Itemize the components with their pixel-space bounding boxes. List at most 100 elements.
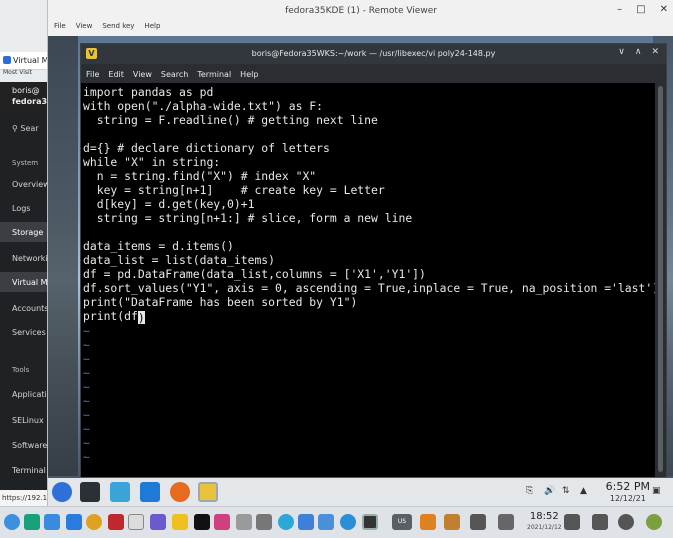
clipboard-icon[interactable]: ⎘ (526, 486, 533, 496)
files-icon[interactable] (66, 514, 82, 530)
display-icon[interactable] (592, 514, 608, 530)
code-line: print("DataFrame has been sorted by Y1") (83, 295, 358, 309)
close-icon[interactable]: ✕ (660, 4, 668, 15)
keyboard-layout-label: US (397, 518, 407, 525)
viewer-titlebar[interactable]: fedora35KDE (1) - Remote Viewer – □ ✕ (48, 0, 673, 22)
terminal-text-area[interactable]: import pandas as pd with open("./alpha-wi… (81, 83, 655, 477)
maximize-icon[interactable]: □ (636, 4, 645, 15)
minimize-icon[interactable]: – (617, 4, 622, 15)
power-icon[interactable] (618, 514, 634, 530)
search-icon: ⚲ (12, 124, 18, 133)
term-menu-terminal[interactable]: Terminal (197, 70, 231, 79)
terminal-menubar: File Edit View Search Terminal Help (81, 64, 666, 83)
browser-tab-icon (3, 56, 11, 64)
cockpit-nav-item[interactable]: Terminal (0, 460, 48, 480)
remote-viewer-task-icon[interactable] (362, 514, 378, 530)
term-menu-view[interactable]: View (133, 70, 152, 79)
viewer-menu-view[interactable]: View (76, 22, 93, 30)
pen-icon[interactable] (470, 514, 486, 530)
code-line: key = string[n+1] # create key = Letter (83, 183, 385, 197)
scrollbar-thumb[interactable] (658, 86, 663, 472)
volume-icon[interactable]: 🔊 (544, 486, 555, 496)
jetbrains-icon[interactable] (194, 514, 210, 530)
cockpit-nav-item[interactable]: Networki (0, 248, 48, 268)
system-monitor-icon[interactable] (80, 482, 100, 502)
cockpit-host-name: fedora34 (12, 97, 48, 106)
app-icon[interactable] (214, 514, 230, 530)
firefox-icon[interactable] (170, 482, 190, 502)
most-visited-bookmark[interactable]: Most Visit (0, 66, 48, 80)
host-taskbar: US 18:52 2021/12/12 (0, 506, 673, 538)
remote-clock-time: 6:52 PM (605, 480, 650, 493)
cockpit-nav-item[interactable]: Logs (0, 198, 48, 218)
cockpit-nav-item: Tools (12, 366, 30, 374)
cockpit-nav: ⚲ Sear System Overview Logs Storage Networki… (0, 112, 48, 506)
chevron-right-icon[interactable] (498, 514, 514, 530)
app-icon[interactable] (236, 514, 252, 530)
chrome-icon[interactable] (86, 514, 102, 530)
viewer-title: fedora35KDE (1) - Remote Viewer (285, 6, 437, 16)
cockpit-user[interactable]: boris@ fedora34 (0, 82, 48, 112)
close-icon[interactable]: ✕ (651, 47, 659, 57)
vim-task-icon[interactable] (198, 482, 218, 502)
terminal-app-icon[interactable] (24, 514, 40, 530)
avatar[interactable] (646, 514, 662, 530)
cockpit-nav-item[interactable]: Virtual M (0, 272, 48, 292)
empty-buffer-lines: ~ ~ ~ ~ ~ ~ ~ ~ ~ ~ (83, 324, 655, 464)
terminal-scrollbar[interactable] (655, 83, 666, 477)
store-icon[interactable] (44, 514, 60, 530)
viewer-menu-send-key[interactable]: Send key (102, 22, 134, 30)
code-line: df.sort_values("Y1", axis = 0, ascending… (83, 281, 655, 295)
editor-icon[interactable] (150, 514, 166, 530)
cockpit-nav-item[interactable]: SELinux (0, 410, 48, 430)
skype-icon[interactable] (340, 514, 356, 530)
app-icon[interactable] (256, 514, 272, 530)
status-url-text: https://192.168 (2, 494, 47, 502)
most-visited-label: Most Visit (3, 69, 33, 76)
network-icon[interactable]: ⇅ (562, 486, 570, 496)
minimize-icon[interactable]: ∨ (618, 47, 625, 57)
maximize-icon[interactable]: ∧ (635, 47, 642, 57)
terminal-titlebar[interactable]: V boris@Fedora35WKS:~/work — /usr/libexe… (81, 44, 666, 64)
cockpit-nav-item[interactable]: Accounts (0, 298, 48, 318)
term-menu-file[interactable]: File (86, 70, 99, 79)
browser-tab-label: Virtual M (13, 56, 48, 65)
app-icon[interactable] (444, 514, 460, 530)
viewer-menu-help[interactable]: Help (144, 22, 160, 30)
cockpit-nav-item[interactable]: Services (0, 322, 48, 342)
code-block: import pandas as pd with open("./alpha-wi… (83, 85, 655, 309)
empty-line-marker: ~ (83, 338, 90, 352)
show-desktop-icon[interactable]: ▣ (652, 486, 661, 496)
host-clock-time: 18:52 (529, 511, 559, 522)
cockpit-search[interactable]: ⚲ Sear (0, 118, 48, 140)
tree-background (48, 36, 78, 476)
app-icon[interactable] (420, 514, 436, 530)
term-menu-help[interactable]: Help (240, 70, 258, 79)
app-icon[interactable] (318, 514, 334, 530)
viewer-menu-file[interactable]: File (54, 22, 66, 30)
telegram-icon[interactable] (278, 514, 294, 530)
term-menu-edit[interactable]: Edit (108, 70, 124, 79)
redhat-icon[interactable] (108, 514, 124, 530)
app-icon[interactable] (298, 514, 314, 530)
host-clock[interactable]: 18:52 2021/12/12 (527, 511, 562, 533)
vm-icon[interactable] (128, 514, 144, 530)
term-menu-search[interactable]: Search (161, 70, 188, 79)
discover-icon[interactable] (110, 482, 130, 502)
cockpit-nav-item[interactable]: Applicati (0, 384, 48, 404)
cockpit-nav-item[interactable]: Storage (0, 222, 48, 242)
empty-line-marker: ~ (83, 422, 90, 436)
cockpit-nav-item[interactable]: Software (0, 435, 48, 455)
kde-launcher-icon[interactable] (52, 482, 72, 502)
remote-clock-date: 12/12/21 (609, 494, 646, 503)
notifications-icon[interactable] (564, 514, 580, 530)
file-manager-icon[interactable] (140, 482, 160, 502)
fedora-menu-icon[interactable] (4, 514, 20, 530)
remote-clock[interactable]: 6:52 PM 12/12/21 (606, 481, 650, 505)
text-cursor: ) (137, 311, 145, 325)
notes-icon[interactable] (172, 514, 188, 530)
tray-expand-icon[interactable]: ▲ (580, 486, 587, 496)
cockpit-nav-item[interactable]: Overview (0, 174, 48, 194)
keyboard-layout-indicator[interactable]: US (392, 514, 412, 530)
